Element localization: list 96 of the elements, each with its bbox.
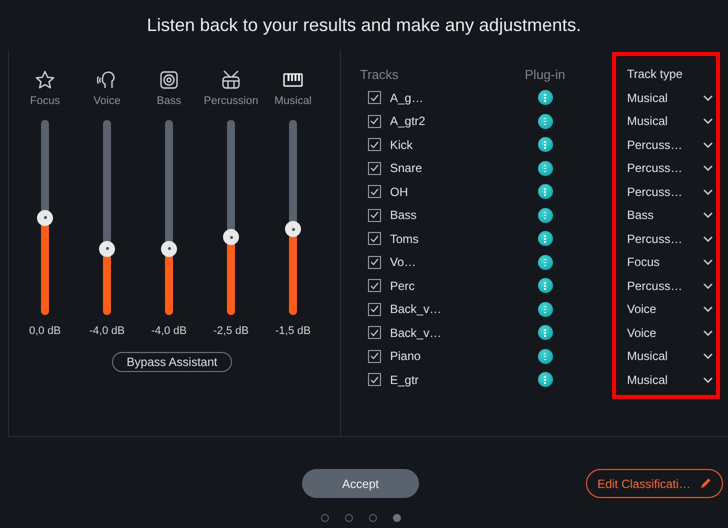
track-name: Toms [390, 232, 419, 246]
chevron-down-icon[interactable] [703, 236, 713, 242]
page-dot[interactable] [393, 514, 401, 522]
level-reading: -1,5 dB [275, 325, 311, 337]
plugin-icon[interactable] [538, 90, 552, 106]
track-type[interactable]: Voice [611, 302, 656, 316]
chevron-down-icon[interactable] [703, 94, 713, 101]
track-name: A_gtr2 [390, 114, 426, 128]
level-reading: -4,0 dB [151, 325, 187, 337]
chevron-down-icon[interactable] [703, 282, 713, 289]
column-header: Tracks [360, 66, 400, 84]
slider-thumb[interactable] [37, 210, 53, 226]
page-dot[interactable] [321, 514, 329, 522]
checkbox[interactable] [368, 185, 381, 198]
level-reading: -4,0 dB [89, 325, 125, 337]
plugin-icon[interactable] [538, 325, 552, 340]
track-type[interactable]: Musical [611, 372, 668, 387]
track-name: Piano [390, 349, 421, 364]
slider-thumb[interactable] [161, 240, 177, 257]
chevron-down-icon[interactable] [703, 165, 713, 172]
channel-label: Voice [94, 95, 120, 109]
chevron-down-icon[interactable] [703, 142, 713, 148]
plugin-icon[interactable] [538, 160, 552, 176]
track-name: Back_v… [390, 302, 442, 316]
accept-button[interactable]: Accept [302, 469, 419, 498]
track-name: Vo… [390, 255, 416, 270]
edit-classification-button[interactable]: Edit Classificati… [586, 469, 723, 498]
chevron-down-icon[interactable] [703, 118, 713, 124]
track-type[interactable]: Percuss… [611, 184, 682, 199]
chevron-down-icon[interactable] [703, 330, 713, 336]
track-name: Kick [390, 138, 413, 152]
checkbox[interactable] [368, 232, 381, 246]
checkbox[interactable] [368, 114, 381, 128]
checkbox[interactable] [368, 91, 381, 104]
page-title: Listen back to your results and make any adjustments. [146, 14, 582, 37]
track-name: Snare [390, 161, 422, 176]
chevron-down-icon[interactable] [703, 188, 713, 195]
chevron-down-icon[interactable] [703, 376, 713, 383]
plugin-icon[interactable] [538, 114, 552, 129]
page-dot[interactable] [369, 514, 377, 522]
plugin-icon[interactable] [538, 278, 552, 294]
channel-label: Focus [30, 95, 60, 109]
plugin-icon[interactable] [538, 184, 552, 200]
plugin-icon[interactable] [538, 348, 552, 364]
track-type[interactable]: Percuss… [611, 232, 682, 246]
column-header: Track type [626, 66, 684, 83]
track-name: Bass [390, 208, 417, 222]
chevron-down-icon[interactable] [703, 306, 713, 312]
track-type[interactable]: Musical [611, 349, 668, 364]
plugin-icon[interactable] [538, 302, 552, 317]
plugin-icon[interactable] [538, 208, 552, 223]
track-name: Back_v… [390, 326, 442, 340]
track-type[interactable]: Bass [611, 208, 654, 222]
drum-icon [221, 70, 241, 90]
slider-thumb[interactable] [223, 229, 239, 245]
level-reading: -2,5 dB [213, 325, 249, 337]
pencil-icon [698, 477, 712, 490]
checkbox[interactable] [368, 350, 381, 363]
track-type[interactable]: Musical [611, 114, 668, 128]
chevron-down-icon[interactable] [703, 353, 713, 360]
track-type[interactable]: Percuss… [611, 138, 682, 152]
page-dot[interactable] [345, 514, 353, 522]
bypass-button[interactable]: Bypass Assistant [112, 352, 232, 372]
track-type[interactable]: Voice [611, 326, 656, 340]
column-header: Plug-in [524, 66, 566, 82]
checkbox[interactable] [368, 373, 381, 386]
checkbox[interactable] [368, 256, 381, 269]
head-icon [97, 70, 117, 90]
track-type[interactable]: Musical [611, 90, 668, 105]
slider-thumb[interactable] [99, 240, 115, 257]
track-type[interactable]: Percuss… [611, 161, 682, 176]
checkbox[interactable] [368, 326, 381, 340]
plugin-icon[interactable] [538, 254, 552, 270]
chevron-down-icon[interactable] [703, 212, 713, 218]
track-type[interactable]: Focus [611, 255, 660, 270]
channel-label: Percussion [204, 95, 258, 109]
plugin-icon[interactable] [538, 137, 552, 152]
track-name: Perc [390, 278, 415, 293]
channel-label: Bass [156, 95, 182, 109]
plugin-icon[interactable] [538, 372, 552, 388]
checkbox[interactable] [368, 302, 381, 316]
track-name: E_gtr [390, 372, 419, 387]
checkbox[interactable] [368, 279, 381, 292]
star-icon [35, 70, 55, 90]
checkbox[interactable] [368, 162, 381, 175]
checkbox[interactable] [368, 208, 381, 222]
track-name: OH [390, 184, 408, 199]
speaker-icon [159, 70, 179, 90]
level-reading: 0,0 dB [29, 325, 61, 337]
track-name: A_g… [390, 90, 424, 105]
channel-label: Musical [274, 95, 312, 109]
checkbox[interactable] [368, 138, 381, 152]
plugin-icon[interactable] [538, 231, 552, 246]
slider-thumb[interactable] [285, 221, 301, 238]
track-type[interactable]: Percuss… [611, 278, 682, 293]
chevron-down-icon[interactable] [703, 259, 713, 266]
